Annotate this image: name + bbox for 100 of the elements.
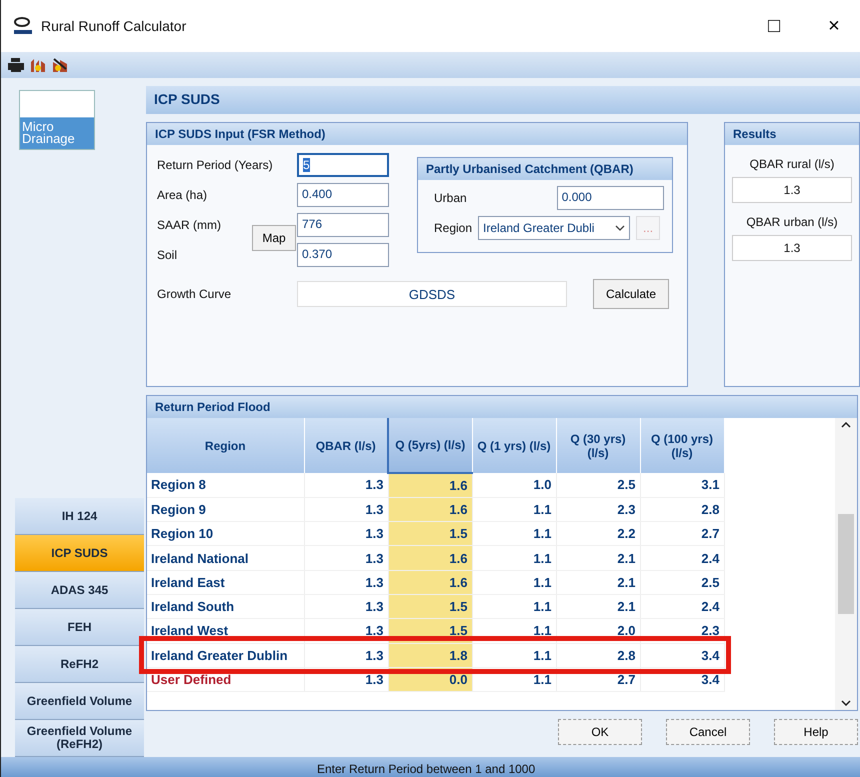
region-dropdown[interactable]: Ireland Greater Dubli [478,216,630,240]
table-cell: 1.5 [388,594,472,619]
maximize-button[interactable]: □ [748,14,800,38]
table-cell: 1.1 [472,522,556,546]
dialog-button[interactable]: Help [774,719,858,745]
table-cell: Ireland South [147,594,304,619]
table-cell: 1.3 [304,618,388,644]
column-header[interactable]: QBAR (l/s) [304,418,388,473]
column-header[interactable]: Q (1 yrs) (l/s) [472,418,556,473]
table-cell: 2.8 [640,497,724,522]
table-cell: 3.1 [640,473,724,498]
field-label: Growth Curve [157,287,232,301]
table-cell: 2.8 [556,643,640,668]
input-field[interactable]: 776 [297,213,389,237]
field-label: Return Period (Years) [157,158,274,172]
table-cell: 1.3 [304,497,388,522]
panel-title: Return Period Flood [147,396,857,418]
table-cell: 2.3 [640,618,724,644]
result-field: 1.3 [732,177,852,203]
table-cell: 2.2 [556,522,640,546]
table-cell: 1.3 [304,570,388,594]
nav-tab[interactable]: ADAS 345 [15,572,144,609]
table-cell: Region 9 [147,497,304,522]
table-cell: 2.1 [556,570,640,594]
input-field[interactable]: 0.000 [556,186,664,210]
scrollbar[interactable] [835,418,857,710]
nav-tab[interactable]: FEH [15,609,144,646]
table-cell: 1.1 [472,667,556,692]
table-cell: 2.1 [556,594,640,619]
field-label: Soil [157,248,178,262]
table-cell: 1.3 [304,594,388,619]
field-label: Area (ha) [157,188,208,202]
dialog-button[interactable]: OK [558,719,642,745]
table-cell: 2.1 [556,546,640,570]
column-header[interactable]: Q (5yrs) (l/s) [388,418,472,473]
calculate-button[interactable]: Calculate [593,279,669,309]
column-header[interactable]: Q (100 yrs) (l/s) [640,418,724,473]
section-header: ICP SUDS [146,86,860,114]
table-cell: Ireland East [147,570,304,594]
table-cell: 1.8 [388,643,472,668]
chevron-icon [615,225,626,231]
panel-title: Partly Urbanised Catchment (QBAR) [418,158,672,180]
panel-title: ICP SUDS Input (FSR Method) [147,123,687,145]
table-cell: Ireland West [147,618,304,644]
nav-tab[interactable]: ReFH2 [15,646,144,683]
result-field: 1.3 [732,235,852,261]
table-cell: 1.0 [472,473,556,498]
field-label: SAAR (mm) [157,218,222,232]
window-title: Rural Runoff Calculator [41,18,188,34]
growth-curve-field: GDSDS [297,281,567,307]
table-cell: Region 8 [147,473,304,498]
table-cell: 1.3 [304,667,388,692]
table-cell: 2.0 [556,618,640,644]
close-button[interactable]: × [808,14,860,38]
field-label: Urban [434,191,468,205]
table-cell: 3.4 [640,667,724,692]
table-cell: 1.3 [304,473,388,498]
table-cell: 1.6 [388,570,472,594]
dialog-button[interactable]: Cancel [666,719,750,745]
nav-tab[interactable]: IH 124 [15,498,144,535]
input-field[interactable]: 0.370 [297,243,389,267]
input-field[interactable]: 5 [297,153,389,177]
table-cell: 1.3 [304,643,388,668]
table-cell: 1.1 [472,497,556,522]
column-header[interactable]: Q (30 yrs) (l/s) [556,418,640,473]
nav-tab[interactable]: Greenfield Volume (ReFH2) [15,720,144,757]
result-label: QBAR urban (l/s) [746,215,838,229]
status-bar: Enter Return Period between 1 and 1000 [1,757,860,777]
table-cell: 3.4 [640,643,724,668]
nav-tab[interactable]: Greenfield Volume [15,683,144,720]
printer-icon[interactable] [7,57,25,73]
table-cell: 2.3 [556,497,640,522]
table-cell: 1.3 [304,546,388,570]
table-cell: 2.7 [640,522,724,546]
table-cell: 2.4 [640,594,724,619]
table-cell: Ireland Greater Dublin [147,643,304,668]
table-cell: 1.1 [472,643,556,668]
table-cell: 1.3 [304,522,388,546]
result-label: QBAR rural (l/s) [750,157,834,171]
table-cell: 2.5 [556,473,640,498]
table-cell: 1.1 [472,546,556,570]
column-header[interactable]: Region [147,418,304,473]
table-cell: 2.5 [640,570,724,594]
table-cell: Region 10 [147,522,304,546]
input-field[interactable]: 0.400 [297,183,389,207]
table-cell: 2.4 [640,546,724,570]
table-cell: 1.1 [472,570,556,594]
table-cell: 1.6 [388,546,472,570]
map-button[interactable]: Map [252,225,296,251]
table-cell: Ireland National [147,546,304,570]
table-cell: 1.1 [472,594,556,619]
panel-title: Results [725,123,859,145]
nav-tab[interactable]: ICP SUDS [15,535,144,572]
field-label: Region [434,221,472,235]
logo: Micro Drainage [19,90,95,150]
table-cell: 1.1 [472,618,556,644]
table-cell: 2.7 [556,667,640,692]
app-icon [13,16,33,36]
table-cell: User Defined [147,667,304,692]
table-cell: 1.5 [388,522,472,546]
